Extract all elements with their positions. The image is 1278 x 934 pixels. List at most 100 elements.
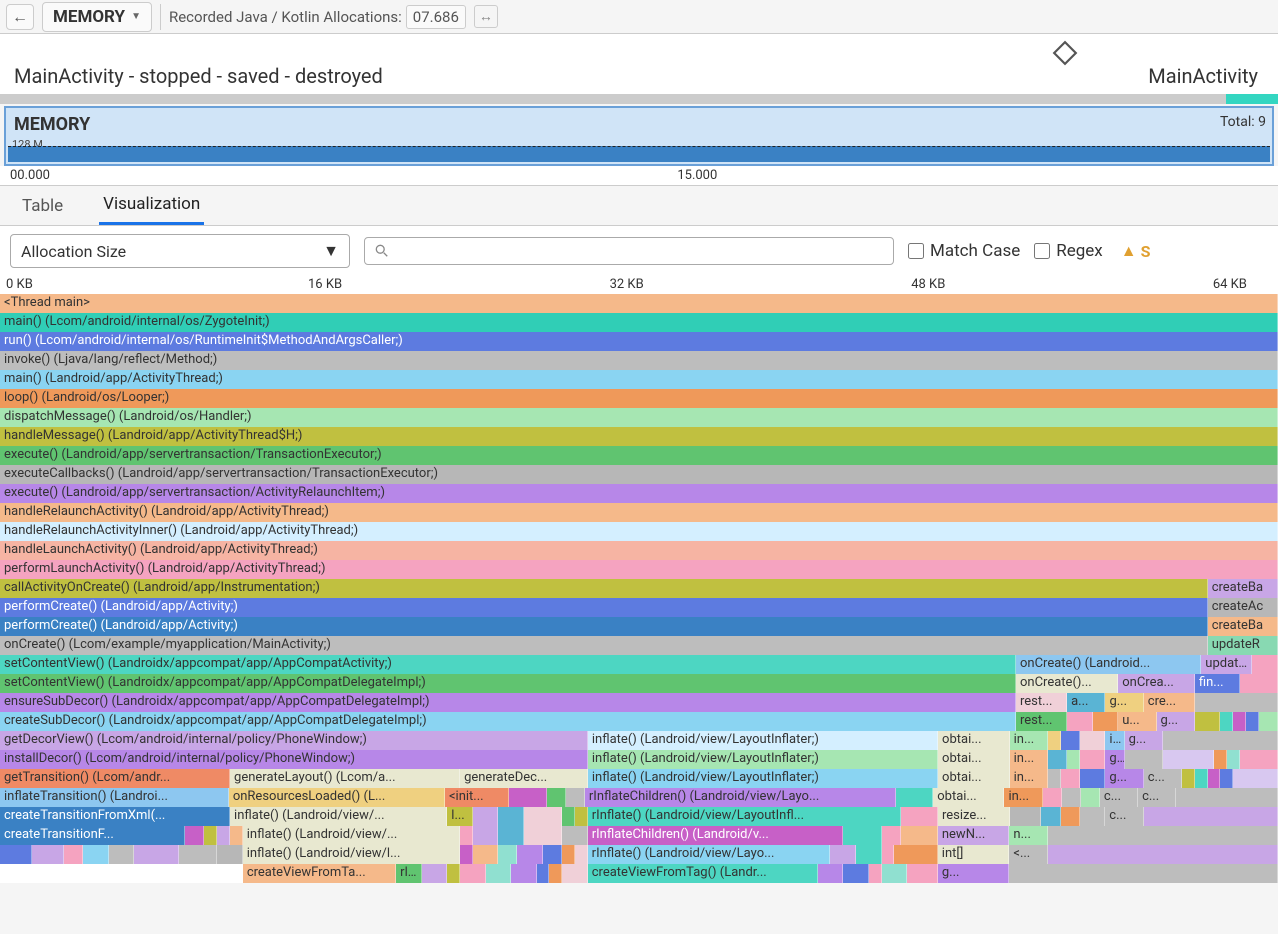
frame[interactable]: handleRelaunchActivityInner() (Landroid/…	[0, 522, 1278, 541]
frame[interactable]: createTransitionF...	[0, 826, 185, 845]
frame[interactable]: createTransitionFromXml(...	[0, 807, 230, 826]
frame[interactable]	[1195, 712, 1221, 731]
frame[interactable]: <Thread main>	[0, 294, 1278, 313]
frame[interactable]	[0, 845, 32, 864]
frame[interactable]: onCreate()...	[1016, 674, 1118, 693]
frame[interactable]: in...	[1010, 731, 1048, 750]
activity-bar[interactable]	[0, 94, 1278, 104]
frame[interactable]	[1240, 674, 1278, 693]
frame[interactable]	[1043, 788, 1062, 807]
frame[interactable]: onResourcesLoaded() (L...	[229, 788, 445, 807]
frame[interactable]	[1080, 750, 1106, 769]
frame[interactable]	[907, 864, 938, 883]
frame[interactable]: rInflateChildren() (Landroid/view/Layo..…	[585, 788, 896, 807]
frame[interactable]: resize...	[938, 807, 1010, 826]
frame[interactable]	[460, 845, 473, 864]
frame[interactable]	[562, 807, 575, 826]
frame[interactable]	[562, 845, 575, 864]
frame[interactable]	[1010, 807, 1042, 826]
frame[interactable]	[1233, 769, 1278, 788]
frame[interactable]	[498, 826, 524, 845]
frame[interactable]: createViewFromTa...	[243, 864, 396, 883]
frame[interactable]: obtai...	[938, 731, 1010, 750]
frame[interactable]: obtai...	[933, 788, 1004, 807]
frame[interactable]: i...	[1105, 731, 1124, 750]
frame[interactable]	[1080, 731, 1106, 750]
frame[interactable]: onCrea...	[1118, 674, 1195, 693]
frame[interactable]: <...	[1009, 845, 1047, 864]
frame[interactable]	[575, 807, 588, 826]
frame[interactable]	[566, 788, 585, 807]
frame[interactable]: l...	[447, 807, 473, 826]
frame[interactable]	[230, 826, 243, 845]
frame[interactable]	[498, 845, 517, 864]
frame[interactable]: fin...	[1195, 674, 1240, 693]
frame[interactable]	[1081, 788, 1100, 807]
frame[interactable]	[1208, 769, 1221, 788]
frame[interactable]	[509, 788, 547, 807]
frame[interactable]	[511, 864, 537, 883]
frame[interactable]	[1227, 750, 1240, 769]
frame[interactable]	[1048, 750, 1067, 769]
frame[interactable]	[1061, 769, 1080, 788]
frame[interactable]	[843, 864, 869, 883]
regex-input[interactable]	[1034, 243, 1050, 259]
frame[interactable]	[1195, 693, 1278, 712]
frame[interactable]: createBa	[1208, 579, 1278, 598]
frame[interactable]	[1214, 750, 1227, 769]
frame[interactable]	[524, 807, 562, 826]
frame[interactable]: g...	[1105, 750, 1124, 769]
frame[interactable]	[1061, 807, 1080, 826]
frame[interactable]	[1041, 807, 1060, 826]
match-case-checkbox[interactable]: Match Case	[908, 241, 1020, 261]
tab-table[interactable]: Table	[18, 188, 67, 224]
frame[interactable]: generateDec...	[460, 769, 588, 788]
frame[interactable]: g...	[1105, 769, 1143, 788]
frame[interactable]	[1259, 712, 1278, 731]
search-input[interactable]	[364, 237, 894, 265]
frame[interactable]	[818, 864, 844, 883]
frame[interactable]	[1233, 712, 1246, 731]
frame[interactable]	[486, 864, 512, 883]
frame[interactable]	[1067, 750, 1080, 769]
frame[interactable]: rInflate() (Landroid/view/LayoutInfl...	[588, 807, 901, 826]
match-case-input[interactable]	[908, 243, 924, 259]
frame[interactable]	[1080, 807, 1106, 826]
frame[interactable]: c...	[1105, 807, 1143, 826]
frame[interactable]	[1182, 769, 1195, 788]
frame[interactable]	[1252, 655, 1278, 674]
frame[interactable]: getTransition() (Lcom/andr...	[0, 769, 230, 788]
frame[interactable]	[1048, 731, 1061, 750]
frame[interactable]: loop() (Landroid/os/Looper;)	[0, 389, 1278, 408]
frame[interactable]: setContentView() (Landroidx/appcompat/ap…	[0, 655, 1016, 674]
frame[interactable]	[843, 826, 881, 845]
regex-checkbox[interactable]: Regex	[1034, 241, 1102, 261]
frame[interactable]: obtai...	[938, 750, 1010, 769]
frame[interactable]	[422, 864, 448, 883]
frame[interactable]	[1220, 712, 1233, 731]
frame[interactable]: rl...	[396, 864, 422, 883]
frame[interactable]	[869, 864, 882, 883]
frame[interactable]: performCreate() (Landroid/app/Activity;)	[0, 617, 1208, 636]
frame[interactable]	[1220, 769, 1233, 788]
frame[interactable]: a...	[1067, 693, 1105, 712]
frame[interactable]	[1163, 750, 1214, 769]
frame[interactable]	[1240, 750, 1278, 769]
frame[interactable]: n...	[1009, 826, 1047, 845]
memory-mini-chart[interactable]: MEMORY Total: 9 128 M	[4, 106, 1274, 166]
frame[interactable]	[1163, 731, 1278, 750]
frame[interactable]: inflate() (Landroid/view/LayoutInflater;…	[588, 750, 938, 769]
frame[interactable]	[896, 788, 933, 807]
frame[interactable]	[1048, 826, 1278, 845]
frame[interactable]	[894, 845, 937, 864]
frame[interactable]	[1176, 788, 1278, 807]
frame[interactable]: g...	[938, 864, 1010, 883]
frame[interactable]: createViewFromTag() (Landr...	[588, 864, 818, 883]
frame[interactable]: execute() (Landroid/app/servertransactio…	[0, 446, 1278, 465]
frame[interactable]	[32, 845, 64, 864]
frame[interactable]	[517, 845, 543, 864]
frame[interactable]	[109, 845, 135, 864]
frame[interactable]: <init...	[445, 788, 509, 807]
frame[interactable]: rInflate() (Landroid/view/Layo...	[588, 845, 831, 864]
frame[interactable]	[473, 826, 499, 845]
